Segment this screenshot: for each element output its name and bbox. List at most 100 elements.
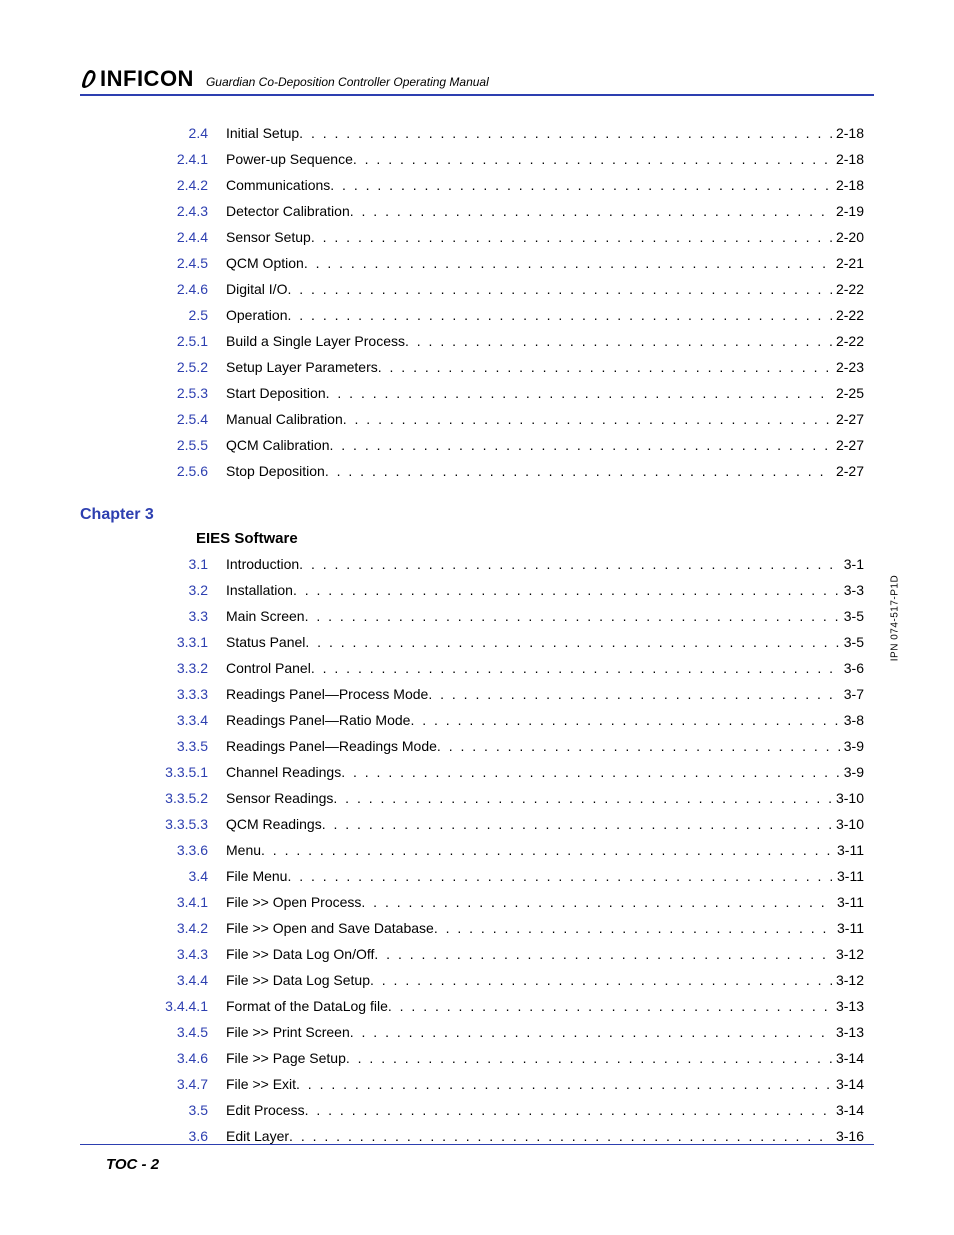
toc-section-number[interactable]: 3.3.3 [110,681,226,707]
toc-page-ref[interactable]: 2-25 [832,380,864,406]
toc-row[interactable]: 2.5.6Stop Deposition2-27 [110,458,864,484]
toc-page-ref[interactable]: 3-3 [840,577,864,603]
toc-row[interactable]: 3.3.5Readings Panel—Readings Mode3-9 [110,733,864,759]
toc-page-ref[interactable]: 2-18 [832,146,864,172]
toc-section-number[interactable]: 3.4.1 [110,889,226,915]
toc-entry-title[interactable]: Main Screen [226,603,305,629]
toc-page-ref[interactable]: 3-5 [840,629,864,655]
toc-page-ref[interactable]: 3-9 [840,733,864,759]
toc-row[interactable]: 3.4.3File >> Data Log On/Off 3-12 [110,941,864,967]
toc-row[interactable]: 3.4.4File >> Data Log Setup3-12 [110,967,864,993]
toc-page-ref[interactable]: 2-21 [832,250,864,276]
toc-row[interactable]: 3.4File Menu3-11 [110,863,864,889]
toc-entry-title[interactable]: Readings Panel—Readings Mode [226,733,437,759]
toc-page-ref[interactable]: 2-18 [832,172,864,198]
toc-page-ref[interactable]: 3-1 [840,551,864,577]
toc-row[interactable]: 2.4.1Power-up Sequence 2-18 [110,146,864,172]
toc-section-number[interactable]: 2.5.3 [110,380,226,406]
toc-entry-title[interactable]: Power-up Sequence [226,146,353,172]
toc-entry-title[interactable]: Format of the DataLog file [226,993,388,1019]
toc-entry-title[interactable]: Readings Panel—Ratio Mode [226,707,410,733]
toc-entry-title[interactable]: Installation [226,577,293,603]
toc-section-number[interactable]: 2.5.5 [110,432,226,458]
toc-page-ref[interactable]: 2-22 [832,328,864,354]
toc-section-number[interactable]: 3.5 [110,1097,226,1123]
toc-page-ref[interactable]: 3-5 [840,603,864,629]
toc-section-number[interactable]: 3.3.4 [110,707,226,733]
toc-page-ref[interactable]: 2-20 [832,224,864,250]
toc-section-number[interactable]: 2.4.2 [110,172,226,198]
toc-row[interactable]: 3.3.4Readings Panel—Ratio Mode3-8 [110,707,864,733]
toc-section-number[interactable]: 2.5.4 [110,406,226,432]
toc-entry-title[interactable]: Detector Calibration [226,198,350,224]
toc-section-number[interactable]: 2.4.5 [110,250,226,276]
toc-page-ref[interactable]: 3-6 [840,655,864,681]
toc-entry-title[interactable]: Sensor Readings [226,785,333,811]
toc-entry-title[interactable]: Build a Single Layer Process [226,328,405,354]
toc-row[interactable]: 3.6Edit Layer 3-16 [110,1123,864,1149]
toc-page-ref[interactable]: 2-27 [832,432,864,458]
toc-row[interactable]: 3.3.1Status Panel3-5 [110,629,864,655]
toc-row[interactable]: 3.4.6File >> Page Setup3-14 [110,1045,864,1071]
toc-section-number[interactable]: 2.5.2 [110,354,226,380]
toc-entry-title[interactable]: File >> Data Log Setup [226,967,370,993]
toc-page-ref[interactable]: 3-16 [832,1123,864,1149]
toc-entry-title[interactable]: Status Panel [226,629,305,655]
toc-page-ref[interactable]: 3-10 [832,785,864,811]
toc-entry-title[interactable]: Operation [226,302,287,328]
toc-section-number[interactable]: 2.5.6 [110,458,226,484]
toc-page-ref[interactable]: 2-19 [832,198,864,224]
toc-entry-title[interactable]: QCM Option [226,250,304,276]
toc-section-number[interactable]: 3.4.3 [110,941,226,967]
toc-section-number[interactable]: 3.3.5.2 [110,785,226,811]
toc-page-ref[interactable]: 3-10 [832,811,864,837]
toc-section-number[interactable]: 3.4.7 [110,1071,226,1097]
toc-row[interactable]: 2.5.4Manual Calibration2-27 [110,406,864,432]
toc-section-number[interactable]: 2.4.4 [110,224,226,250]
toc-row[interactable]: 2.5.3Start Deposition2-25 [110,380,864,406]
toc-section-number[interactable]: 3.3.2 [110,655,226,681]
toc-section-number[interactable]: 3.3.5.3 [110,811,226,837]
toc-section-number[interactable]: 3.3 [110,603,226,629]
toc-entry-title[interactable]: File >> Page Setup [226,1045,346,1071]
toc-entry-title[interactable]: File Menu [226,863,287,889]
toc-row[interactable]: 3.4.2File >> Open and Save Database3-11 [110,915,864,941]
toc-row[interactable]: 3.3.6Menu3-11 [110,837,864,863]
toc-entry-title[interactable]: Introduction [226,551,299,577]
toc-entry-title[interactable]: Initial Setup [226,120,299,146]
toc-page-ref[interactable]: 3-11 [833,837,864,863]
toc-row[interactable]: 2.4.3Detector Calibration2-19 [110,198,864,224]
toc-section-number[interactable]: 3.3.6 [110,837,226,863]
toc-section-number[interactable]: 2.4.1 [110,146,226,172]
toc-page-ref[interactable]: 3-12 [832,941,864,967]
toc-page-ref[interactable]: 2-22 [832,276,864,302]
toc-row[interactable]: 3.4.5File >> Print Screen3-13 [110,1019,864,1045]
toc-page-ref[interactable]: 3-14 [832,1097,864,1123]
toc-row[interactable]: 3.1Introduction 3-1 [110,551,864,577]
toc-entry-title[interactable]: Sensor Setup [226,224,311,250]
toc-row[interactable]: 2.4.2Communications2-18 [110,172,864,198]
toc-entry-title[interactable]: File >> Print Screen [226,1019,350,1045]
toc-page-ref[interactable]: 3-11 [833,915,864,941]
chapter-label[interactable]: Chapter 3 [80,506,874,524]
toc-page-ref[interactable]: 3-9 [840,759,864,785]
toc-section-number[interactable]: 3.6 [110,1123,226,1149]
toc-section-number[interactable]: 2.4.6 [110,276,226,302]
toc-entry-title[interactable]: Edit Process [226,1097,305,1123]
toc-entry-title[interactable]: File >> Data Log On/Off [226,941,374,967]
toc-row[interactable]: 3.4.7File >> Exit 3-14 [110,1071,864,1097]
toc-entry-title[interactable]: Manual Calibration [226,406,343,432]
toc-section-number[interactable]: 3.4.2 [110,915,226,941]
toc-row[interactable]: 3.2Installation3-3 [110,577,864,603]
toc-page-ref[interactable]: 3-14 [832,1071,864,1097]
toc-section-number[interactable]: 3.1 [110,551,226,577]
toc-section-number[interactable]: 3.3.5.1 [110,759,226,785]
toc-entry-title[interactable]: File >> Open Process [226,889,361,915]
toc-section-number[interactable]: 3.4.4.1 [110,993,226,1019]
toc-section-number[interactable]: 3.4.6 [110,1045,226,1071]
toc-entry-title[interactable]: Edit Layer [226,1123,289,1149]
toc-entry-title[interactable]: QCM Readings [226,811,322,837]
toc-section-number[interactable]: 2.5.1 [110,328,226,354]
toc-section-number[interactable]: 2.5 [110,302,226,328]
toc-entry-title[interactable]: File >> Exit [226,1071,296,1097]
